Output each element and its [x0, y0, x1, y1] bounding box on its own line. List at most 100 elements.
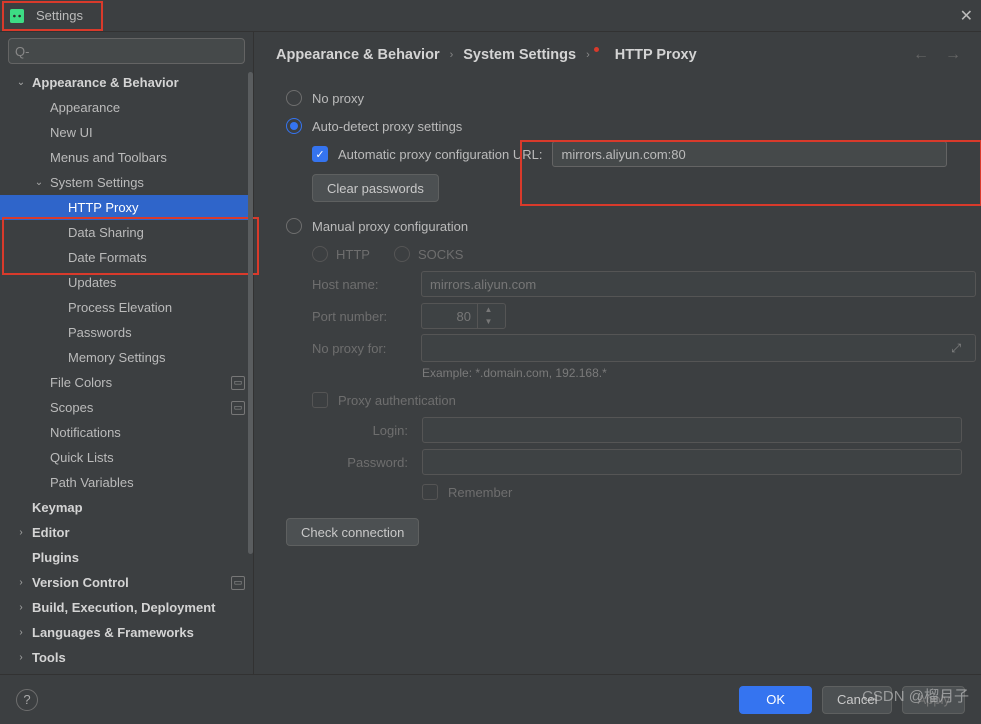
noproxy-input: ⤢	[421, 334, 976, 362]
sidebar-item-scopes[interactable]: Scopes▭	[0, 395, 253, 420]
sidebar-item-version-control[interactable]: › Version Control▭	[0, 570, 253, 595]
auto-url-label: Automatic proxy configuration URL:	[338, 147, 542, 162]
sidebar-item-label: Quick Lists	[50, 450, 245, 465]
clear-passwords-button[interactable]: Clear passwords	[312, 174, 439, 202]
sidebar-item-label: New UI	[50, 125, 245, 140]
sidebar-item-process-elevation[interactable]: Process Elevation	[0, 295, 253, 320]
sidebar-item-label: Path Variables	[50, 475, 245, 490]
sidebar-item-appearance-behavior[interactable]: ⌄ Appearance & Behavior	[0, 70, 253, 95]
back-icon[interactable]: ←	[913, 46, 929, 64]
settings-tree: ⌄ Appearance & Behavior Appearance New UI Me…	[0, 70, 253, 674]
http-label: HTTP	[336, 247, 370, 262]
sidebar-item-label: HTTP Proxy	[68, 200, 245, 215]
port-input	[422, 304, 477, 328]
crumb-1[interactable]: Appearance & Behavior	[276, 47, 440, 63]
title-highlight: Settings	[2, 1, 103, 31]
login-input	[422, 417, 962, 443]
auto-detect-label: Auto-detect proxy settings	[312, 119, 462, 134]
no-proxy-label: No proxy	[312, 91, 364, 106]
cancel-button[interactable]: Cancel	[822, 686, 892, 714]
search-input[interactable]	[8, 38, 245, 64]
auto-url-input[interactable]	[552, 141, 947, 167]
close-icon[interactable]: ✕	[960, 6, 973, 26]
manual-proxy-label: Manual proxy configuration	[312, 219, 468, 234]
auto-detect-radio[interactable]	[286, 118, 302, 134]
chevron-icon[interactable]: ›	[14, 602, 28, 613]
chevron-icon[interactable]: ⌄	[14, 77, 28, 88]
sidebar-item-label: Process Elevation	[68, 300, 245, 315]
chevron-icon[interactable]: ›	[14, 627, 28, 638]
scrollbar[interactable]	[248, 72, 253, 554]
forward-icon[interactable]: →	[945, 46, 961, 64]
sidebar-item-file-colors[interactable]: File Colors▭	[0, 370, 253, 395]
sidebar-item-languages-frameworks[interactable]: › Languages & Frameworks	[0, 620, 253, 645]
password-input	[422, 449, 962, 475]
auto-url-checkbox[interactable]	[312, 146, 328, 162]
sidebar-item-label: System Settings	[50, 175, 245, 190]
manual-proxy-radio[interactable]	[286, 218, 302, 234]
sidebar-item-label: Memory Settings	[68, 350, 245, 365]
project-badge-icon: ▭	[231, 376, 245, 390]
ok-button[interactable]: OK	[739, 686, 812, 714]
password-label: Password:	[338, 455, 408, 470]
sidebar-item-label: Scopes	[50, 400, 231, 415]
chevron-icon[interactable]: ›	[14, 652, 28, 663]
sidebar-item-label: File Colors	[50, 375, 231, 390]
sidebar-item-label: Data Sharing	[68, 225, 245, 240]
sidebar-item-menus-and-toolbars[interactable]: Menus and Toolbars	[0, 145, 253, 170]
sidebar-item-keymap[interactable]: Keymap	[0, 495, 253, 520]
sidebar-item-quick-lists[interactable]: Quick Lists	[0, 445, 253, 470]
sidebar-item-appearance[interactable]: Appearance	[0, 95, 253, 120]
remember-checkbox	[422, 484, 438, 500]
sidebar-item-label: Menus and Toolbars	[50, 150, 245, 165]
sidebar-item-label: Tools	[32, 650, 245, 665]
sidebar-item-plugins[interactable]: Plugins	[0, 545, 253, 570]
help-icon[interactable]: ?	[16, 689, 38, 711]
sidebar-item-passwords[interactable]: Passwords	[0, 320, 253, 345]
no-proxy-radio[interactable]	[286, 90, 302, 106]
chevron-right-icon: ›	[450, 49, 454, 61]
remember-label: Remember	[448, 485, 512, 500]
chevron-icon[interactable]: ›	[14, 577, 28, 588]
sidebar-item-data-sharing[interactable]: Data Sharing	[0, 220, 253, 245]
sidebar-item-label: Notifications	[50, 425, 245, 440]
sidebar-item-date-formats[interactable]: Date Formats	[0, 245, 253, 270]
project-badge-icon: ▭	[231, 576, 245, 590]
crumb-2[interactable]: System Settings	[463, 47, 576, 63]
chevron-icon[interactable]: ⌄	[32, 177, 46, 188]
http-radio	[312, 246, 328, 262]
breadcrumb: Appearance & Behavior › System Settings …	[276, 46, 981, 64]
sidebar-item-http-proxy[interactable]: HTTP Proxy	[0, 195, 253, 220]
sidebar-item-updates[interactable]: Updates	[0, 270, 253, 295]
socks-radio	[394, 246, 410, 262]
sidebar-item-editor[interactable]: › Editor	[0, 520, 253, 545]
sidebar-item-label: Version Control	[32, 575, 231, 590]
sidebar-item-build-execution-deployment[interactable]: ›Build, Execution, Deployment	[0, 595, 253, 620]
sidebar-item-label: Editor	[32, 525, 245, 540]
sidebar-item-path-variables[interactable]: Path Variables	[0, 470, 253, 495]
noproxy-example: Example: *.domain.com, 192.168.*	[422, 366, 976, 380]
sidebar-item-system-settings[interactable]: ⌄ System Settings	[0, 170, 253, 195]
sidebar-item-label: Date Formats	[68, 250, 245, 265]
sidebar-item-new-ui[interactable]: New UI	[0, 120, 253, 145]
port-stepper: ▲▼	[421, 303, 506, 329]
check-connection-button[interactable]: Check connection	[286, 518, 419, 546]
sidebar: ⌄ Appearance & Behavior Appearance New UI Me…	[0, 32, 254, 674]
sidebar-item-label: Plugins	[32, 550, 245, 565]
stepper-up-icon: ▲	[478, 304, 499, 316]
sidebar-item-label: Keymap	[32, 500, 245, 515]
chevron-icon[interactable]: ›	[14, 527, 28, 538]
sidebar-item-memory-settings[interactable]: Memory Settings	[0, 345, 253, 370]
noproxy-label: No proxy for:	[312, 341, 407, 356]
chevron-right-icon: ›	[586, 49, 590, 61]
modified-dot-icon	[594, 47, 599, 52]
login-label: Login:	[338, 423, 408, 438]
sidebar-item-label: Passwords	[68, 325, 245, 340]
content-pane: Appearance & Behavior › System Settings …	[254, 32, 981, 674]
sidebar-item-label: Languages & Frameworks	[32, 625, 245, 640]
sidebar-item-notifications[interactable]: Notifications	[0, 420, 253, 445]
proxy-auth-checkbox	[312, 392, 328, 408]
sidebar-item-tools[interactable]: › Tools	[0, 645, 253, 670]
apply-button[interactable]: Apply	[902, 686, 965, 714]
sidebar-item-label: Appearance & Behavior	[32, 75, 245, 90]
